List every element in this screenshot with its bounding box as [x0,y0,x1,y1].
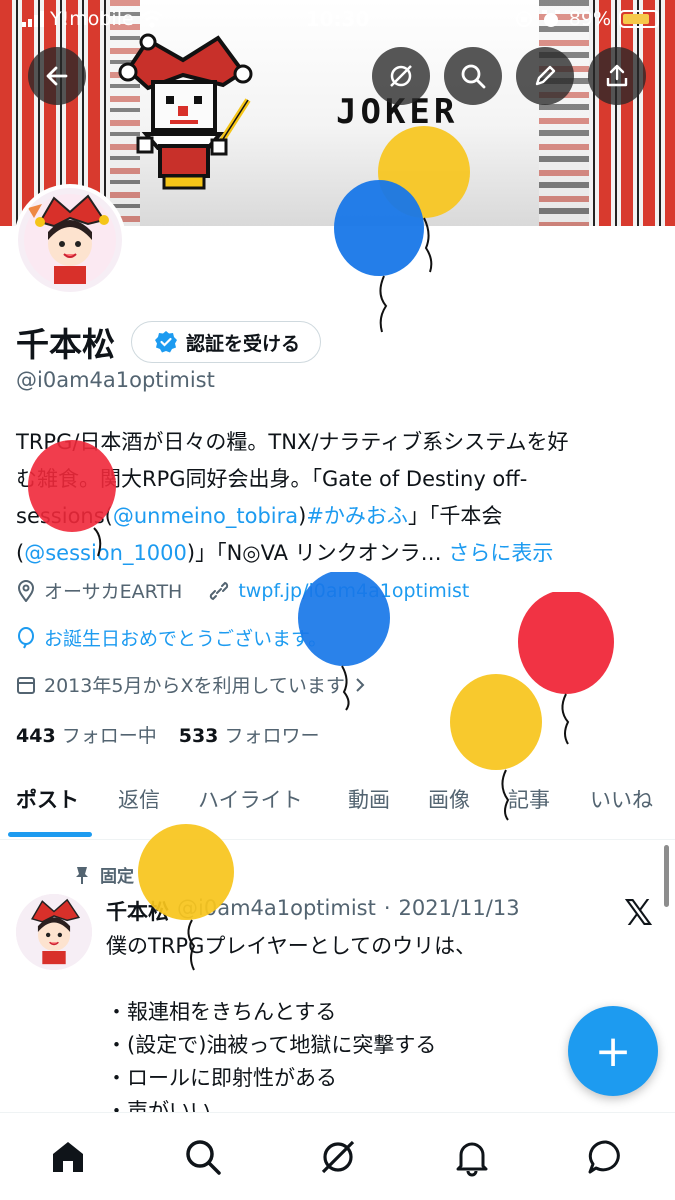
grok-button[interactable] [372,47,430,105]
nav-search[interactable] [181,1135,225,1179]
bio-text: sessions( [16,504,113,528]
post-handle: @i0am4a1optimist [177,896,376,920]
mention-link[interactable]: @session_1000 [24,541,187,565]
pinned-label: 固定 [100,867,134,887]
grok-icon [321,1140,355,1174]
profile-avatar[interactable] [14,184,126,296]
battery-percent: 89% [568,8,611,30]
bio-line: (@session_1000)」「N◎VA リンクオンラ… さらに表示 [16,535,661,572]
nav-grok[interactable] [316,1135,360,1179]
bio-text: ( [16,541,25,565]
website-link[interactable]: twpf.jp/i0am4a1optimist [238,580,469,602]
bell-icon [456,1142,488,1177]
meta-row-birthday: お誕生日おめでとうございます。 [16,624,327,651]
following-link[interactable]: 443 フォロー中 [16,721,157,748]
x-logo-icon: 𝕏 [624,893,654,934]
follow-counts: 443 フォロー中 533 フォロワー [16,721,319,748]
following-label: フォロー中 [61,725,157,747]
followers-label: フォロワー [224,725,320,747]
nav-messages[interactable] [584,1135,628,1179]
post-header: 千本松 @i0am4a1optimist · 2021/11/13 [106,896,520,926]
battery-icon [619,10,659,28]
status-bar: Y!mobile 10:30 89% [0,0,675,38]
balloon-icon [18,626,34,648]
search-icon [186,1140,221,1175]
tab-replies[interactable]: 返信 [118,784,160,814]
hashtag-link[interactable]: #かみおふ [306,504,408,528]
following-count: 443 [16,725,56,747]
tab-articles[interactable]: 記事 [508,784,550,814]
home-icon [53,1142,83,1172]
mention-link[interactable]: @unmeino_tobira [113,504,298,528]
compose-button[interactable]: + [568,1006,658,1096]
tab-highlights[interactable]: ハイライト [198,784,303,814]
bio-line: TRPG/日本酒が日々の糧。TNX/ナラティブ系システムを好 [16,430,569,454]
rotation-lock-icon [515,11,532,27]
meta-row-location: オーサカEARTH twpf.jp/i0am4a1optimist [16,577,469,604]
tab-posts[interactable]: ポスト [16,784,79,814]
avatar-illustration [16,894,92,970]
joined-text: 2013年5月からXを利用しています [44,675,345,697]
post-avatar[interactable] [16,894,92,970]
display-name: 千本松 [16,325,115,364]
post-text[interactable]: 僕のTRPGプレイヤーとしてのウリは、 ・報連相をきちんとする ・(設定で)油被… [106,930,476,1128]
scrollbar[interactable] [664,845,669,907]
bio-line: む雑食。関大RPG同好会出身。「Gate of Destiny off- [16,467,528,491]
profile-tabs: ポスト 返信 ハイライト 動画 画像 記事 いいね [0,770,675,840]
avatar-illustration [18,188,122,292]
active-tab-indicator [8,832,92,837]
link-icon [210,581,229,600]
name-row: 千本松 認証を受ける [16,318,322,366]
post-author[interactable]: 千本松 [106,896,169,926]
followers-count: 533 [178,725,219,747]
tab-likes[interactable]: いいね [590,784,653,814]
location-text: オーサカEARTH [44,581,183,603]
get-verified-label: 認証を受ける [186,332,301,355]
share-icon [606,64,628,87]
birthday-text: お誕生日おめでとうございます。 [44,628,328,650]
tab-images[interactable]: 画像 [428,784,470,814]
bio-text: )」「N◎VA リンクオンラ… [186,541,442,565]
chevron-right-icon [356,677,365,692]
profile-bio: TRPG/日本酒が日々の糧。TNX/ナラティブ系システムを好 む雑食。関大RPG… [16,424,661,572]
back-button[interactable] [28,47,86,105]
alarm-icon [541,10,560,27]
location-pin-icon [17,579,35,602]
bio-line: sessions(@unmeino_tobira)#かみおふ」「千本会 [16,498,661,535]
bottom-navigation [0,1112,675,1200]
meta-row-joined[interactable]: 2013年5月からXを利用しています [16,671,367,698]
pencil-icon [535,65,556,86]
chat-bubble-icon [588,1140,620,1174]
followers-link[interactable]: 533 フォロワー [179,721,320,748]
show-more-link[interactable]: さらに表示 [448,541,553,565]
nav-notifications[interactable] [450,1135,494,1179]
edit-button[interactable] [516,47,574,105]
search-button[interactable] [444,47,502,105]
status-right: 89% [515,8,659,30]
arrow-left-icon [46,66,68,86]
share-button[interactable] [588,47,646,105]
nav-home[interactable] [46,1135,90,1179]
calendar-icon [17,676,35,694]
pin-icon [76,866,88,884]
jester-pixel-art [118,33,253,190]
search-icon [461,64,486,89]
balloon-red [518,592,614,745]
post-separator: · [383,896,391,920]
pinned-label-row: 固定 [74,862,134,887]
post-date[interactable]: 2021/11/13 [399,896,520,926]
grok-icon [390,65,412,87]
tab-videos[interactable]: 動画 [348,784,390,814]
verified-badge-icon [155,331,177,353]
bio-text: 」「千本会 [407,504,503,528]
get-verified-button[interactable]: 認証を受ける [131,321,322,363]
profile-handle: @i0am4a1optimist [16,368,215,392]
